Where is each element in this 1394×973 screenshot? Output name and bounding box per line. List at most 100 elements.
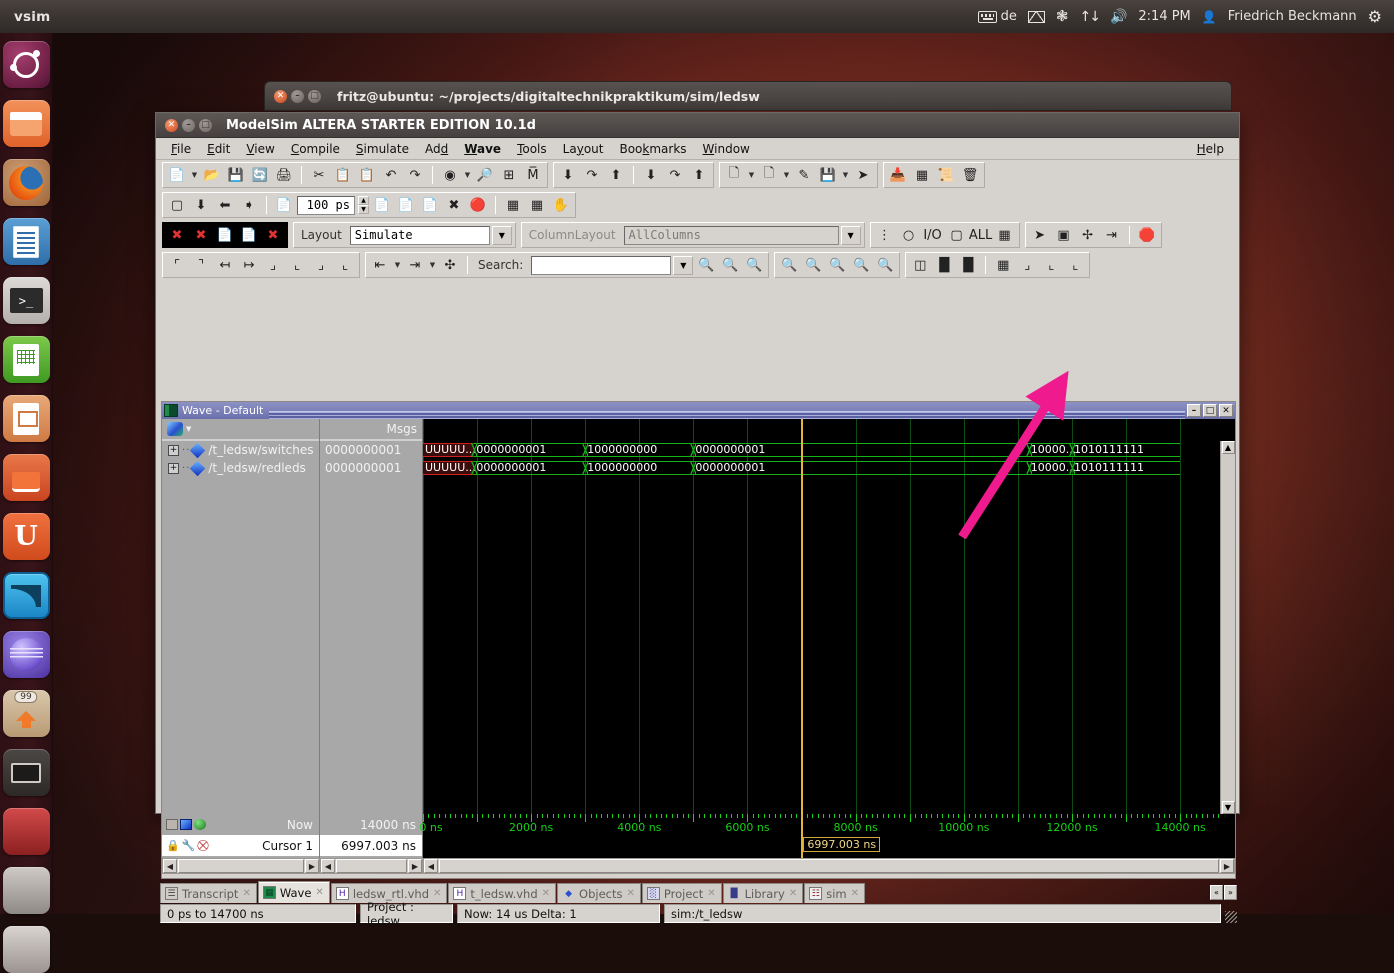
- grid-pattern-icon[interactable]: ▦: [992, 254, 1014, 276]
- session-gear-icon[interactable]: ⚙: [1368, 9, 1382, 25]
- layers-icon[interactable]: 📥: [887, 164, 909, 186]
- scroll-thumb[interactable]: [439, 859, 1219, 873]
- back-icon[interactable]: ⬅: [214, 194, 236, 216]
- restart-sim-icon[interactable]: 📄: [273, 194, 295, 216]
- expand-left-icon[interactable]: ⇤: [369, 254, 391, 276]
- tab-scroll-left-icon[interactable]: «: [1210, 885, 1223, 900]
- launcher-item-software-updater[interactable]: 99: [3, 690, 50, 737]
- zoom-range-icon[interactable]: 🔍: [874, 254, 896, 276]
- next-transition-icon[interactable]: ↦: [238, 254, 260, 276]
- keyboard-indicator[interactable]: de: [978, 9, 1017, 24]
- waveform-row[interactable]: UUUUU...00000000011000000000000000000110…: [423, 459, 1235, 477]
- network-icon[interactable]: ↑↓: [1079, 10, 1098, 24]
- wrench-icon[interactable]: 🔧: [182, 839, 196, 853]
- wave-minimize-icon[interactable]: –: [1187, 404, 1201, 417]
- traffic-light-icon[interactable]: 🛑: [1136, 224, 1158, 246]
- export-wave-icon[interactable]: ➤: [852, 164, 874, 186]
- grid-icon[interactable]: ▦: [911, 164, 933, 186]
- launcher-item-device-2[interactable]: [3, 808, 50, 855]
- delete-dataset-icon[interactable]: 🗑: [959, 164, 981, 186]
- menu-window[interactable]: Window: [695, 140, 758, 158]
- menu-simulate[interactable]: Simulate: [348, 140, 417, 158]
- cursor-mode-icon[interactable]: ⇥: [1101, 224, 1123, 246]
- expand-left-dropdown-icon[interactable]: ▼: [393, 254, 402, 276]
- menu-wave[interactable]: Wave: [456, 140, 509, 158]
- tab-close-icon[interactable]: ✕: [789, 888, 797, 899]
- zoom-out-icon[interactable]: 🔍: [802, 254, 824, 276]
- tab-close-icon[interactable]: ✕: [851, 888, 859, 899]
- insert-cursor-icon[interactable]: ⌜: [166, 254, 188, 276]
- timeline[interactable]: 0 ns2000 ns4000 ns6000 ns8000 ns10000 ns…: [423, 814, 1235, 858]
- modelsim-minimize-icon[interactable]: –: [182, 119, 195, 132]
- signal-filter-icon[interactable]: ⋮: [874, 224, 896, 246]
- signal-column-dropdown-icon[interactable]: ▼: [186, 425, 191, 433]
- panel-app-title[interactable]: vsim: [14, 9, 50, 25]
- stop-icon[interactable]: 🔴: [467, 194, 489, 216]
- menu-bookmarks[interactable]: Bookmarks: [611, 140, 694, 158]
- cursor-value[interactable]: 6997.003 ns: [320, 835, 422, 856]
- tab-objects[interactable]: ◆Objects✕: [557, 883, 641, 903]
- waveform-segment[interactable]: 10000...: [1029, 443, 1072, 457]
- new-wave-dropdown-icon[interactable]: ▼: [747, 164, 756, 186]
- modelsim-titlebar[interactable]: ✕ – □ ModelSim ALTERA STARTER EDITION 10…: [156, 113, 1239, 138]
- tab-close-icon[interactable]: ✕: [707, 888, 715, 899]
- modelsim-close-icon[interactable]: ✕: [165, 119, 178, 132]
- lock-icon[interactable]: 🔒: [166, 839, 180, 853]
- cut-icon[interactable]: ✂: [308, 164, 330, 186]
- copy-icon[interactable]: 📋: [332, 164, 354, 186]
- launcher-item-device-1[interactable]: [3, 749, 50, 796]
- pan-hand-icon[interactable]: ✋: [550, 194, 572, 216]
- tab-scroll-right-icon[interactable]: »: [1224, 885, 1237, 900]
- lock-wave-icon[interactable]: 🗋: [758, 164, 780, 186]
- step-icon[interactable]: ⬇: [557, 164, 579, 186]
- open-icon[interactable]: 📂: [201, 164, 223, 186]
- step-out-icon[interactable]: ⬆: [605, 164, 627, 186]
- waveform-segment[interactable]: 1010111111: [1072, 443, 1180, 457]
- waveform-segment[interactable]: UUUUU...: [423, 443, 474, 457]
- columnlayout-combo-dropdown-icon[interactable]: ▼: [841, 226, 861, 245]
- names-hscrollbar[interactable]: ◀ ▶: [162, 858, 320, 874]
- run-length-spinner[interactable]: ▲ ▼: [358, 196, 369, 214]
- tab-t-ledsw-vhd[interactable]: Ht_ledsw.vhd✕: [448, 883, 556, 903]
- waveform-segment[interactable]: 1010111111: [1072, 461, 1180, 475]
- volume-icon[interactable]: 🔊: [1110, 10, 1127, 24]
- lock-wave-dropdown-icon[interactable]: ▼: [782, 164, 791, 186]
- run-length-down-icon[interactable]: ▼: [358, 205, 369, 214]
- launcher-item-ubuntu-one[interactable]: U: [3, 513, 50, 560]
- edit-wave-icon[interactable]: ✎: [793, 164, 815, 186]
- waveform-segment[interactable]: 1000000000: [585, 461, 693, 475]
- waveform-segment[interactable]: 0000000001: [474, 461, 585, 475]
- username-label[interactable]: Friedrich Beckmann: [1228, 9, 1357, 24]
- coverage-1-icon[interactable]: ▦: [502, 194, 524, 216]
- launcher-item-terminal[interactable]: >_: [3, 277, 50, 324]
- select-arrow-icon[interactable]: ➤: [1029, 224, 1051, 246]
- search-dropdown-icon[interactable]: ▼: [673, 256, 693, 275]
- wave-hscrollbar[interactable]: ◀ ▶: [423, 858, 1235, 874]
- bluetooth-icon[interactable]: ❃: [1056, 9, 1069, 24]
- zoom-full-icon[interactable]: 🔍: [826, 254, 848, 276]
- compile-dropdown-icon[interactable]: ▼: [463, 164, 472, 186]
- wave-blue-icon[interactable]: █: [933, 254, 955, 276]
- run-length-up-icon[interactable]: ▲: [358, 196, 369, 205]
- expand-icon[interactable]: +: [168, 445, 179, 456]
- menu-help[interactable]: Help: [1189, 140, 1232, 158]
- delete-cursor-icon[interactable]: ⌝: [190, 254, 212, 276]
- cursor-line[interactable]: [801, 814, 803, 858]
- step-into-instance-icon[interactable]: ⬇: [640, 164, 662, 186]
- terminal-minimize-icon[interactable]: –: [291, 90, 304, 103]
- wave-marker-icon[interactable]: [166, 819, 178, 830]
- find-prev-falling-icon[interactable]: ⌟: [262, 254, 284, 276]
- new-file-dropdown-icon[interactable]: ▼: [190, 164, 199, 186]
- waveform-segment[interactable]: 1000000000: [585, 443, 693, 457]
- redo-icon[interactable]: ↷: [404, 164, 426, 186]
- wave-pane-grip[interactable]: [269, 411, 1185, 419]
- paste-icon[interactable]: 📋: [356, 164, 378, 186]
- cursor-line[interactable]: [801, 419, 803, 814]
- add-cursor-icon[interactable]: [180, 819, 192, 830]
- scroll-thumb[interactable]: [178, 859, 304, 873]
- tab-transcript[interactable]: ☰Transcript✕: [160, 883, 257, 903]
- expand-all-icon[interactable]: ✣: [439, 254, 461, 276]
- delete-wave-icon[interactable]: ✖: [262, 224, 284, 246]
- zoom-cursor-icon[interactable]: 🔍: [850, 254, 872, 276]
- tab-close-icon[interactable]: ✕: [242, 888, 250, 899]
